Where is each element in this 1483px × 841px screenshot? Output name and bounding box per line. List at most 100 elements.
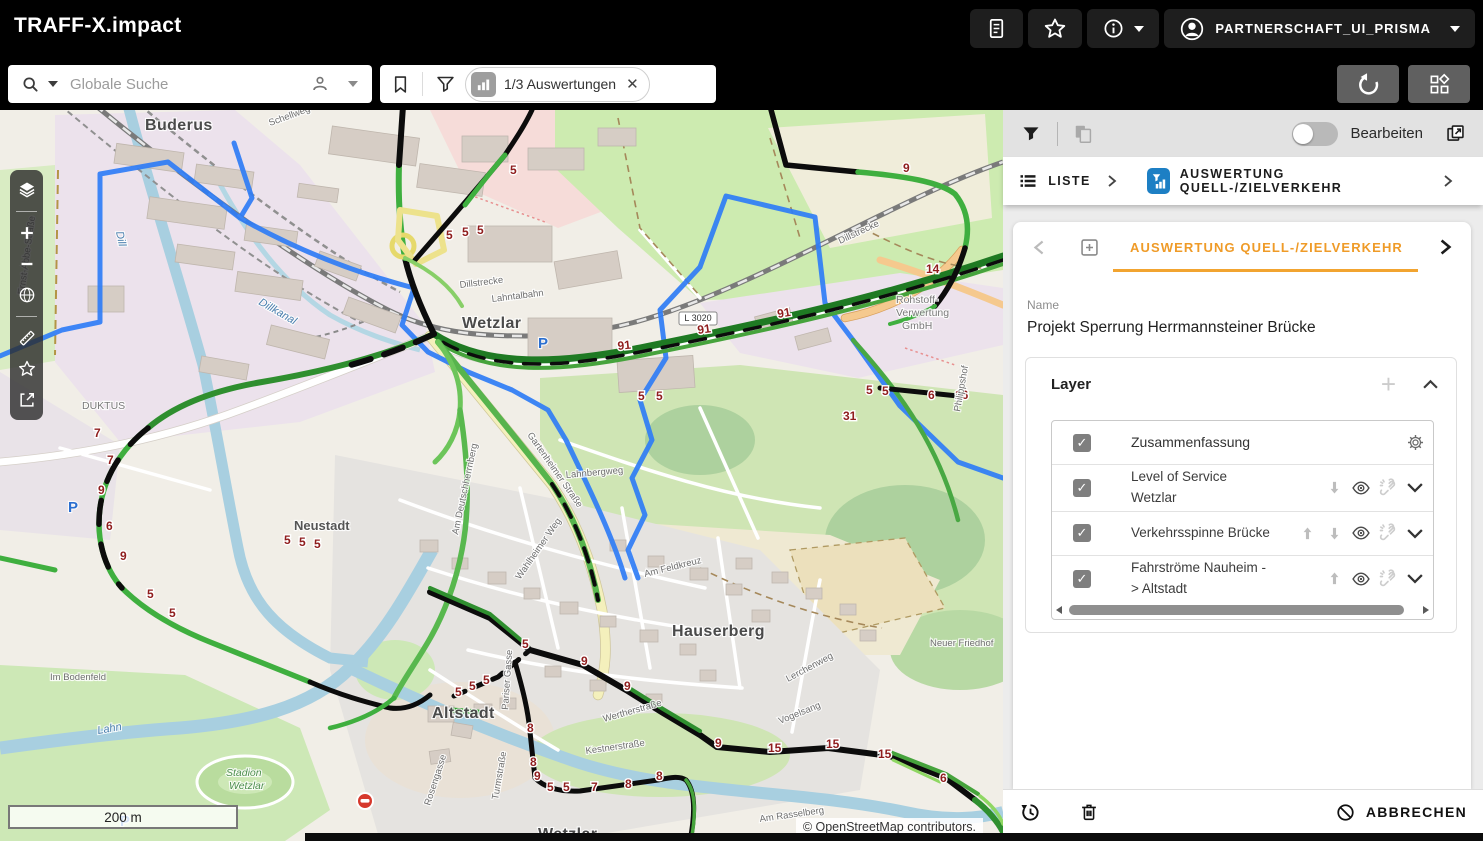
chevron-down-icon[interactable]: [1405, 569, 1425, 589]
chevron-right-icon[interactable]: [1433, 235, 1457, 259]
info-menu-button[interactable]: [1087, 9, 1159, 48]
map-label: Neuer Friedhof: [930, 638, 994, 649]
measure-icon[interactable]: [15, 326, 39, 350]
paste-icon[interactable]: [1072, 122, 1096, 146]
traffic-count-label: 91: [696, 321, 711, 337]
cancel-button[interactable]: ABBRECHEN: [1335, 802, 1467, 823]
traffic-count-label: 5: [866, 383, 873, 397]
global-search: Globale Suche: [8, 65, 372, 103]
breadcrumb-evaluation[interactable]: AUSWERTUNG QUELL-/ZIELVERKEHR: [1180, 167, 1421, 195]
map-canvas[interactable]: 9191915555914315561655779695555555559991…: [0, 110, 1003, 841]
share-external-icon[interactable]: [15, 388, 39, 412]
zoom-out-icon[interactable]: [15, 252, 39, 276]
favorites-button[interactable]: [1028, 9, 1082, 48]
zoom-in-icon[interactable]: [15, 221, 39, 245]
layer-row: ✓ Fahrströme Nauheim -> Altstadt: [1052, 556, 1433, 602]
arrow-up-icon[interactable]: [1324, 569, 1344, 589]
chevron-down-icon[interactable]: [1405, 523, 1425, 543]
filter-icon[interactable]: [433, 72, 457, 96]
traffic-count-label: 5: [522, 637, 529, 651]
edit-toggle[interactable]: [1292, 122, 1338, 146]
bookmark-icon[interactable]: [388, 72, 412, 96]
search-type-dropdown-icon[interactable]: [48, 81, 58, 87]
chevron-down-icon[interactable]: [1405, 478, 1425, 498]
layer-checkbox[interactable]: ✓: [1073, 479, 1091, 497]
chevron-down-icon[interactable]: [348, 81, 358, 87]
star-icon: [1043, 17, 1067, 41]
arrow-down-icon[interactable]: [1324, 523, 1344, 543]
chip-label: 1/3 Auswertungen: [504, 76, 616, 92]
traffic-count-label: 5: [446, 228, 453, 242]
eye-icon[interactable]: [1351, 569, 1371, 589]
trash-icon[interactable]: [1078, 801, 1100, 823]
horizontal-scrollbar[interactable]: [1052, 602, 1433, 619]
map-note-marker[interactable]: [357, 793, 373, 809]
bottom-banner-strip: [305, 833, 1483, 841]
add-tab-icon[interactable]: [1079, 237, 1100, 258]
breadcrumb-list[interactable]: LISTE: [1048, 174, 1090, 188]
traffic-count-label: 7: [591, 780, 598, 794]
traffic-count-label: 5: [462, 225, 469, 239]
traffic-count-label: 15: [768, 741, 782, 755]
report-button[interactable]: [970, 9, 1023, 48]
widgets-button[interactable]: [1408, 65, 1470, 103]
scrollbar-track[interactable]: [1067, 605, 1418, 615]
reset-view-button[interactable]: [1337, 65, 1399, 103]
user-menu-button[interactable]: PARTNERSCHAFT_UI_PRISMA: [1164, 9, 1475, 48]
close-icon[interactable]: ✕: [626, 75, 639, 93]
traffic-count-label: 8: [625, 777, 632, 791]
layer-checkbox[interactable]: ✓: [1073, 570, 1091, 588]
active-tab-label[interactable]: AUSWERTUNG QUELL-/ZIELVERKEHR: [1100, 240, 1433, 255]
layer-row: ✓Level of Service Wetzlar: [1052, 465, 1433, 512]
chevron-left-icon[interactable]: [1027, 235, 1051, 259]
eye-icon[interactable]: [1351, 523, 1371, 543]
evaluations-chip[interactable]: 1/3 Auswertungen ✕: [465, 67, 650, 102]
scroll-left-icon[interactable]: [1056, 606, 1062, 614]
traffic-count-label: 5: [882, 384, 889, 398]
search-input[interactable]: Globale Suche: [70, 76, 308, 93]
unlink-icon[interactable]: [1378, 569, 1398, 589]
scroll-right-icon[interactable]: [1423, 606, 1429, 614]
traffic-count-label: 5: [284, 533, 291, 547]
traffic-count-label: 6: [106, 519, 113, 533]
breadcrumb: LISTE AUSWERTUNG QUELL-/ZIELVERKEHR: [1003, 157, 1483, 205]
edit-toggle-label: Bearbeiten: [1350, 125, 1423, 142]
unlink-icon[interactable]: [1378, 523, 1398, 543]
unlink-icon[interactable]: [1378, 478, 1398, 498]
filter-icon[interactable]: [1019, 122, 1043, 146]
map-label: DUKTUS: [82, 400, 125, 412]
map-label: Neustadt: [294, 518, 350, 533]
traffic-count-label: 9: [98, 483, 105, 497]
scrollbar-thumb[interactable]: [1069, 605, 1404, 615]
chevron-down-icon: [1134, 26, 1144, 32]
add-layer-icon[interactable]: +: [1381, 374, 1396, 394]
layer-checkbox[interactable]: ✓: [1073, 524, 1091, 542]
layers-icon[interactable]: [15, 178, 39, 202]
chevron-right-icon[interactable]: [1443, 175, 1453, 187]
name-field-value[interactable]: Projekt Sperrung Herrmannsteiner Brücke: [1027, 319, 1457, 337]
evaluation-card: AUSWERTUNG QUELL-/ZIELVERKEHR Name Proje…: [1013, 222, 1471, 789]
map-label: Wetzlar: [229, 780, 265, 792]
user-name: PARTNERSCHAFT_UI_PRISMA: [1215, 21, 1431, 36]
document-icon: [985, 17, 1008, 40]
person-pin-icon[interactable]: [308, 72, 332, 96]
layer-checkbox[interactable]: ✓: [1073, 434, 1091, 452]
collapse-icon[interactable]: [1418, 372, 1442, 396]
app-window: TRAFF-X.impact PARTNERSCHAFT_UI_PRISMA: [0, 0, 1483, 841]
eye-icon[interactable]: [1351, 478, 1371, 498]
gear-icon[interactable]: [1405, 433, 1425, 453]
traffic-count-label: 5: [656, 389, 663, 403]
arrow-down-icon[interactable]: [1324, 478, 1344, 498]
restore-button[interactable]: [1019, 801, 1042, 824]
search-icon[interactable]: [18, 72, 42, 96]
star-icon[interactable]: [15, 357, 39, 381]
layer-row: ✓Zusammenfassung: [1052, 421, 1433, 465]
widgets-icon: [1428, 73, 1451, 96]
layer-label: Fahrströme Nauheim -> Altstadt: [1131, 558, 1271, 600]
open-in-new-icon[interactable]: [1443, 122, 1467, 146]
filter-tools: 1/3 Auswertungen ✕: [380, 65, 716, 103]
globe-icon[interactable]: [15, 283, 39, 307]
arrow-up-icon[interactable]: [1297, 523, 1317, 543]
list-icon[interactable]: [1017, 169, 1038, 193]
cancel-label: ABBRECHEN: [1366, 804, 1467, 820]
